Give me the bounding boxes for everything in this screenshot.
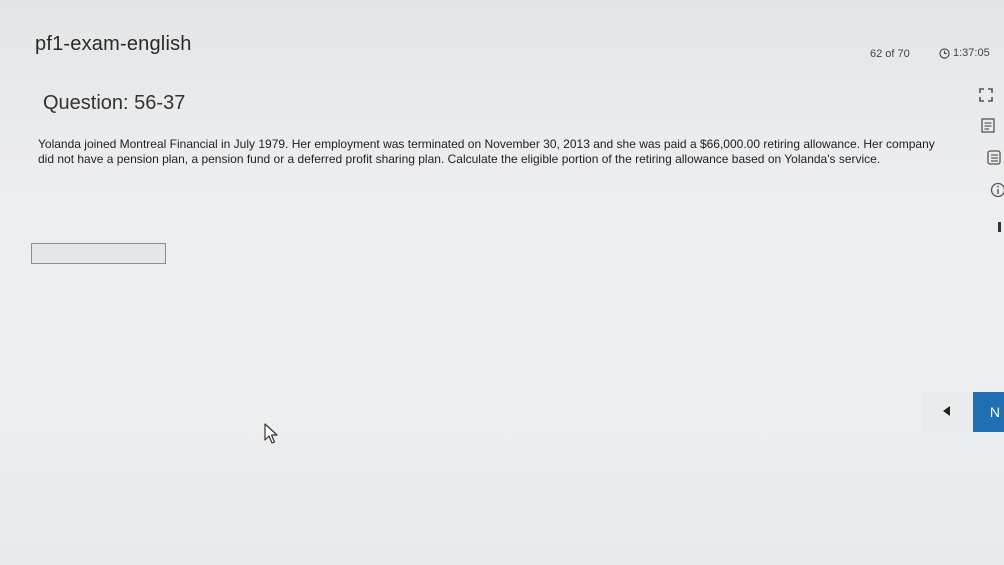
next-button[interactable]: N <box>973 392 1004 432</box>
answer-input[interactable] <box>31 243 166 264</box>
question-text: Yolanda joined Montreal Financial in Jul… <box>38 137 935 166</box>
timer-value: 1:37:05 <box>953 47 990 59</box>
question-title: Question: 56-37 <box>43 92 186 114</box>
clock-icon <box>939 47 950 59</box>
previous-button[interactable] <box>922 392 972 432</box>
app-title: pf1-exam-english <box>35 33 192 55</box>
calculator-icon[interactable] <box>981 118 995 138</box>
question-progress: 62 of 70 <box>870 48 910 60</box>
triangle-left-icon <box>943 403 951 421</box>
fullscreen-icon[interactable] <box>979 88 993 107</box>
notes-icon[interactable] <box>987 150 1001 170</box>
info-icon[interactable] <box>990 182 1004 203</box>
sidebar-marker <box>998 222 1001 232</box>
timer: 1:37:05 <box>939 47 990 59</box>
exam-screen: pf1-exam-english 62 of 70 1:37:05 Questi… <box>0 0 1004 565</box>
mouse-cursor-icon <box>264 423 280 450</box>
